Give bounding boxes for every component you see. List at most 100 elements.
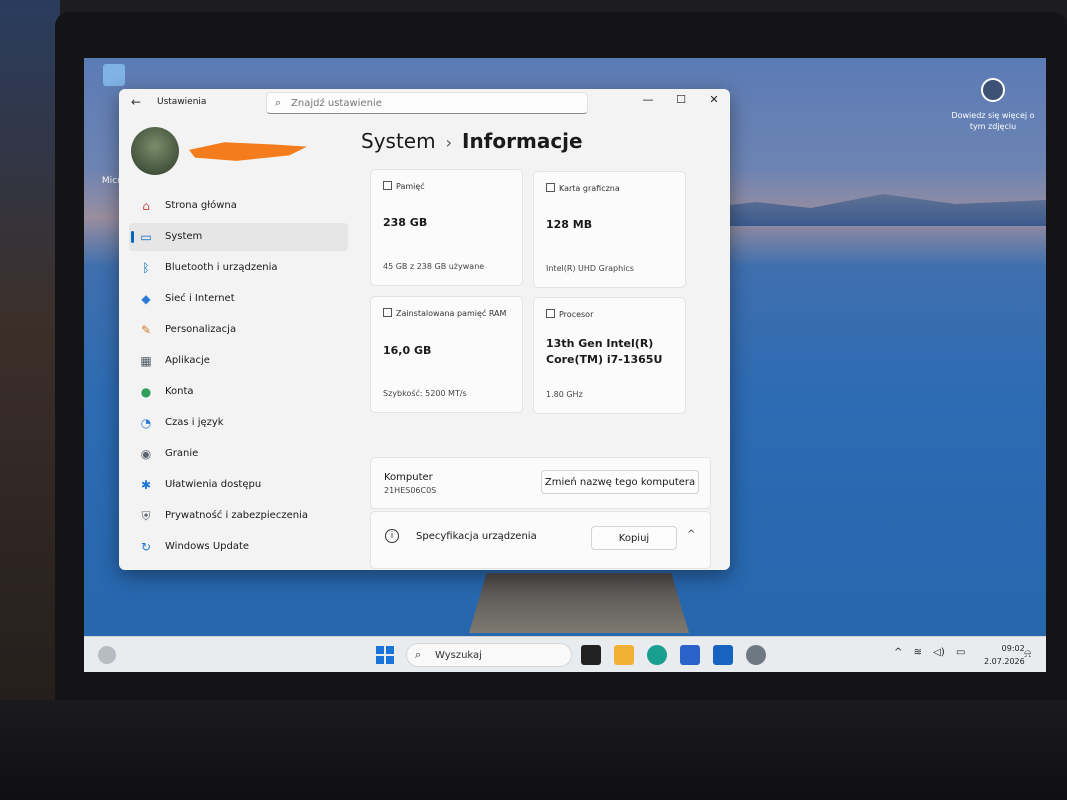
taskbar-search-label: Wyszukaj	[435, 650, 482, 661]
ram-icon	[383, 308, 392, 317]
card-memory: Pamięć 238 GB 45 GB z 238 GB używane	[370, 169, 523, 286]
sidebar-item-7[interactable]: ◔ Czas i język	[129, 409, 348, 437]
clock[interactable]: 09:02 2.07.2026	[984, 642, 1025, 668]
copy-button[interactable]: Kopiuj	[591, 526, 677, 550]
sidebar-item-1[interactable]: ▭ System	[129, 223, 348, 251]
card-title: Zainstalowana pamięć RAM	[396, 309, 507, 318]
sidebar-item-label: Ułatwienia dostępu	[165, 479, 262, 490]
store-icon[interactable]	[680, 645, 700, 665]
search-icon: ⌕	[275, 96, 282, 109]
minimize-button[interactable]: —	[633, 93, 663, 111]
apps-icon: ▦	[140, 354, 152, 368]
sidebar-item-11[interactable]: ↻ Windows Update	[129, 533, 348, 561]
sidebar-item-label: Prywatność i zabezpieczenia	[165, 510, 308, 521]
sidebar-item-label: Bluetooth i urządzenia	[165, 262, 278, 273]
laptop-keyboard-area	[0, 700, 1067, 800]
wifi-icon: ◆	[141, 292, 151, 306]
start-button[interactable]	[376, 646, 394, 664]
redacted-username	[189, 142, 307, 161]
close-button[interactable]: ✕	[699, 93, 729, 111]
rename-pc-button[interactable]: Zmień nazwę tego komputera	[541, 470, 699, 494]
battery-icon[interactable]: ▭	[956, 647, 965, 658]
spotlight-info[interactable]: Dowiedz się więcej o tym zdjęciu	[948, 78, 1038, 132]
shield-icon: ⛨	[141, 509, 151, 523]
background-left	[0, 0, 60, 800]
back-arrow-icon[interactable]: ←	[131, 95, 141, 109]
breadcrumb-parent[interactable]: System	[361, 129, 436, 153]
sidebar-item-3[interactable]: ◆ Sieć i Internet	[129, 285, 348, 313]
wallpaper-pier	[469, 573, 689, 633]
maximize-button[interactable]: ☐	[666, 93, 696, 111]
page-title: Informacje	[462, 129, 583, 153]
settings-search-box[interactable]: ⌕	[266, 92, 588, 114]
sidebar-item-10[interactable]: ⛨ Prywatność i zabezpieczenia	[129, 502, 348, 530]
user-profile[interactable]	[131, 127, 307, 175]
card-value: 128 MB	[546, 218, 593, 231]
card-value: 238 GB	[383, 216, 428, 229]
sidebar-item-6[interactable]: ● Konta	[129, 378, 348, 406]
card-cpu: Procesor 13th Gen Intel(R) Core(TM) i7-1…	[533, 297, 686, 414]
card-value: 13th Gen Intel(R) Core(TM) i7-1365U	[546, 337, 663, 366]
settings-search-input[interactable]	[291, 95, 571, 111]
card-value: 16,0 GB	[383, 344, 432, 357]
file-explorer-icon[interactable]	[614, 645, 634, 665]
sidebar-item-5[interactable]: ▦ Aplikacje	[129, 347, 348, 375]
avatar	[131, 127, 179, 175]
desktop-app-icon	[103, 64, 125, 86]
notification-bell-icon[interactable]: ⍾	[1024, 647, 1031, 661]
sidebar-item-label: Granie	[165, 448, 199, 459]
sidebar-item-label: Aplikacje	[165, 355, 210, 366]
wifi-icon[interactable]: ≋	[914, 647, 922, 658]
sidebar-item-8[interactable]: ◉ Granie	[129, 440, 348, 468]
spotlight-text: Dowiedz się więcej o tym zdjęciu	[951, 111, 1035, 131]
chevron-up-icon[interactable]: ^	[687, 529, 695, 540]
desktop-icon[interactable]	[84, 64, 144, 88]
sidebar-item-2[interactable]: ᛒ Bluetooth i urządzenia	[129, 254, 348, 282]
card-sub: Intel(R) UHD Graphics	[546, 264, 634, 273]
settings-gear-icon[interactable]	[746, 645, 766, 665]
clock-time: 09:02	[1001, 644, 1025, 653]
computer-name-row: Komputer 21HES06C0S Zmień nazwę tego kom…	[370, 457, 711, 509]
card-sub: 45 GB z 238 GB używane	[383, 262, 485, 271]
card-gpu: Karta graficzna 128 MB Intel(R) UHD Grap…	[533, 171, 686, 288]
card-title: Karta graficzna	[559, 184, 620, 193]
widgets-icon[interactable]	[98, 646, 116, 664]
title-bar: ← Ustawienia ⌕ — ☐ ✕	[119, 89, 730, 117]
sidebar-item-label: Sieć i Internet	[165, 293, 235, 304]
card-sub: 1.80 GHz	[546, 390, 583, 399]
sidebar-item-4[interactable]: ✎ Personalizacja	[129, 316, 348, 344]
outlook-icon[interactable]	[713, 645, 733, 665]
settings-window: ← Ustawienia ⌕ — ☐ ✕ ⌂ Strona główna ▭ Syst…	[119, 89, 730, 570]
sidebar-nav: ⌂ Strona główna ▭ System ᛒ Bluetooth i urządz…	[129, 192, 348, 564]
camera-icon	[981, 78, 1005, 102]
clock-globe-icon: ◔	[140, 416, 152, 430]
breadcrumb: System › Informacje	[361, 129, 721, 159]
cpu-icon	[546, 309, 555, 318]
brush-icon: ✎	[140, 323, 152, 337]
sidebar-item-label: Personalizacja	[165, 324, 237, 335]
system-icon: ▭	[140, 230, 152, 244]
task-view-icon[interactable]	[581, 645, 601, 665]
sidebar-item-9[interactable]: ✱ Ułatwienia dostępu	[129, 471, 348, 499]
display-icon	[546, 183, 555, 192]
computer-title: Komputer	[384, 472, 433, 483]
accessibility-icon: ✱	[140, 478, 152, 492]
sidebar-item-0[interactable]: ⌂ Strona główna	[129, 192, 348, 220]
card-ram: Zainstalowana pamięć RAM 16,0 GB Szybkoś…	[370, 296, 523, 413]
clock-date: 2.07.2026	[984, 657, 1025, 666]
wallpaper-mountains	[684, 194, 1046, 226]
sidebar-item-label: Windows Update	[165, 541, 250, 552]
edge-icon[interactable]	[647, 645, 667, 665]
sidebar-item-label: System	[165, 231, 203, 242]
tray-overflow-icon[interactable]: ^	[894, 647, 902, 658]
info-icon: i	[385, 529, 399, 543]
taskbar-search[interactable]: ⌕ Wyszukaj	[406, 643, 572, 667]
card-title: Pamięć	[396, 182, 425, 191]
search-icon: ⌕	[415, 648, 422, 661]
home-icon: ⌂	[142, 199, 150, 213]
taskbar: ⌕ Wyszukaj ^ ≋ ◁) ▭ 09:02 2.07.2026 ⍾	[84, 636, 1046, 672]
main-content: System › Informacje	[361, 129, 721, 159]
volume-icon[interactable]: ◁)	[933, 647, 945, 658]
device-spec-row[interactable]: i Specyfikacja urządzenia Kopiuj ^	[370, 511, 711, 569]
sidebar-item-label: Strona główna	[165, 200, 237, 211]
